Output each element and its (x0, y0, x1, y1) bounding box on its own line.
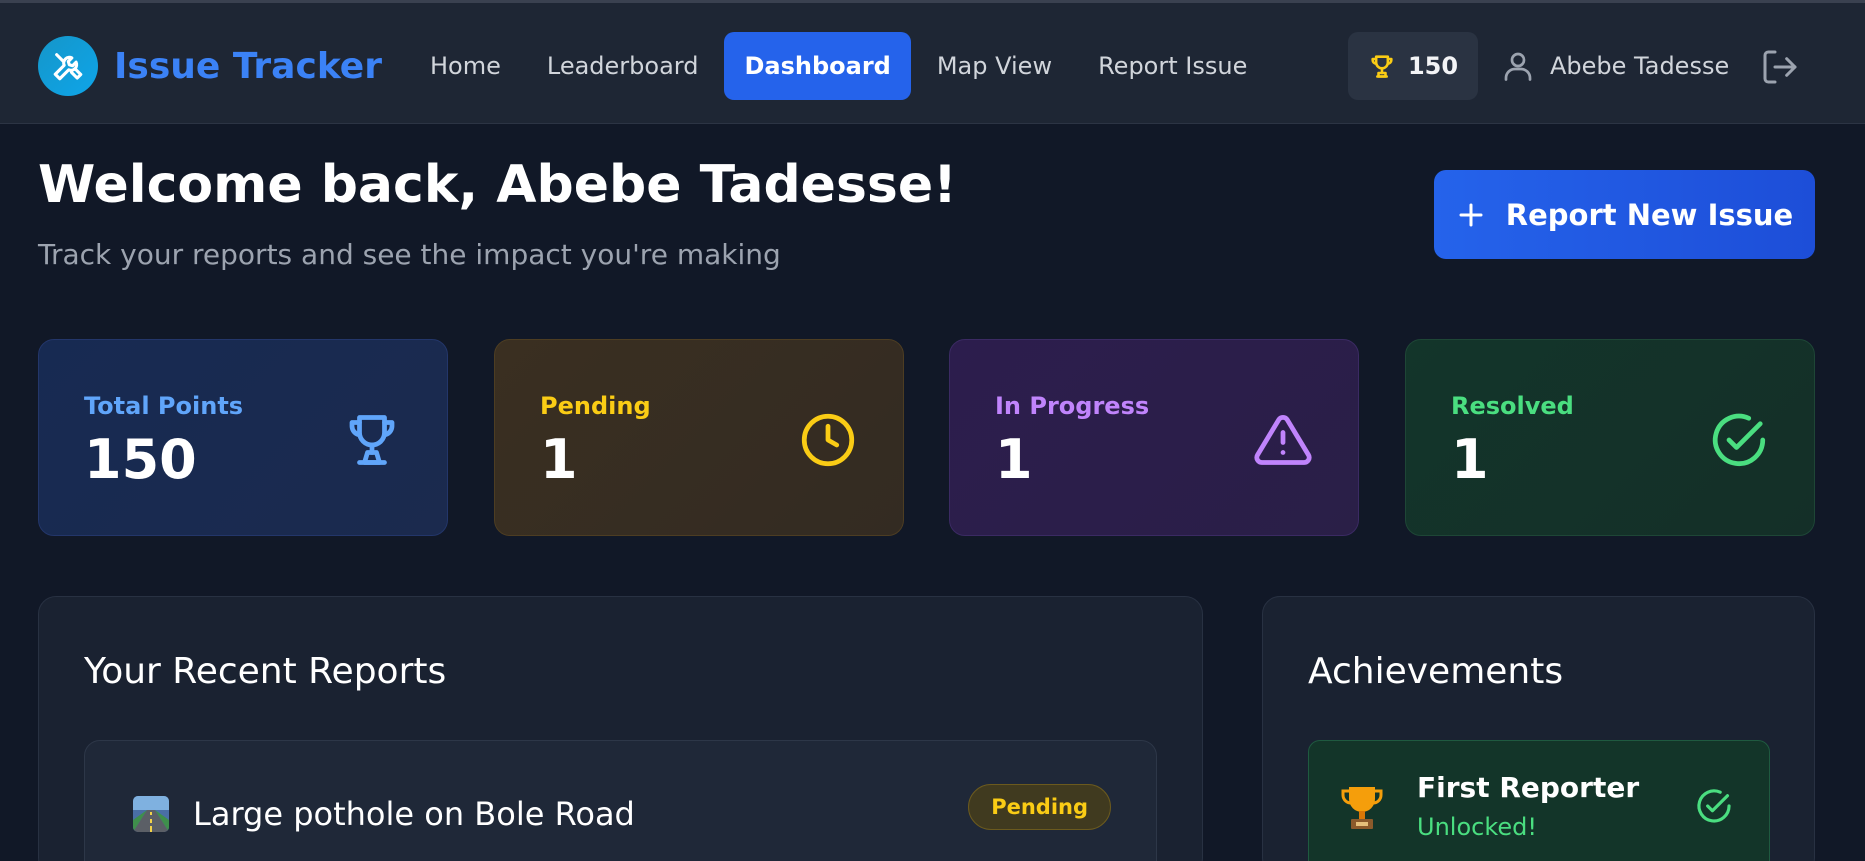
tools-icon (38, 36, 98, 96)
nav-report-issue[interactable]: Report Issue (1078, 32, 1267, 100)
trophy-icon (1368, 52, 1396, 80)
stat-label: Resolved (1451, 392, 1574, 420)
alert-triangle-icon (1253, 410, 1313, 470)
trophy-icon (342, 410, 402, 470)
stat-label: Total Points (84, 392, 244, 420)
achievement-name: First Reporter (1417, 771, 1640, 804)
road-icon (133, 796, 169, 832)
achievements-panel: Achievements First Reporter Unlocked! (1262, 596, 1815, 861)
brand-title: Issue Tracker (114, 45, 382, 87)
stat-value: 1 (1451, 428, 1489, 491)
welcome-title: Welcome back, Abebe Tadesse! (38, 155, 957, 215)
stat-value: 150 (84, 428, 197, 491)
points-value: 150 (1407, 52, 1459, 80)
user-icon (1500, 48, 1536, 84)
stat-label: In Progress (995, 392, 1150, 420)
user-name: Abebe Tadesse (1550, 52, 1730, 80)
status-badge: Pending (968, 784, 1111, 830)
welcome-subtitle: Track your reports and see the impact yo… (38, 238, 781, 271)
clock-icon (798, 410, 858, 470)
report-new-issue-button[interactable]: Report New Issue (1434, 170, 1815, 259)
stat-card-in-progress: In Progress 1 (949, 339, 1359, 536)
trophy-icon (1341, 783, 1383, 831)
stat-card-pending: Pending 1 (494, 339, 904, 536)
check-circle-icon (1695, 787, 1733, 825)
achievement-status: Unlocked! (1417, 813, 1537, 841)
nav-leaderboard[interactable]: Leaderboard (527, 32, 719, 100)
app-root: Issue Tracker Home Leaderboard Dashboard… (0, 0, 1865, 861)
stat-value: 1 (995, 428, 1033, 491)
achievements-title: Achievements (1308, 651, 1564, 692)
report-new-issue-label: Report New Issue (1505, 197, 1794, 232)
recent-reports-title: Your Recent Reports (84, 651, 447, 692)
user-profile[interactable]: Abebe Tadesse (1500, 32, 1729, 100)
stat-card-resolved: Resolved 1 (1405, 339, 1815, 536)
stat-card-total-points: Total Points 150 (38, 339, 448, 536)
points-badge: 150 (1348, 32, 1478, 100)
stat-label: Pending (540, 392, 651, 420)
main-nav: Home Leaderboard Dashboard Map View Repo… (410, 32, 1273, 100)
top-navbar: Issue Tracker Home Leaderboard Dashboard… (0, 0, 1865, 124)
logout-icon[interactable] (1760, 47, 1800, 87)
report-card[interactable]: Large pothole on Bole Road Pending (84, 740, 1157, 861)
nav-dashboard[interactable]: Dashboard (724, 32, 911, 100)
stat-value: 1 (540, 428, 578, 491)
check-circle-icon (1709, 410, 1769, 470)
nav-home[interactable]: Home (410, 32, 521, 100)
report-title: Large pothole on Bole Road (193, 795, 635, 833)
brand[interactable]: Issue Tracker (38, 36, 382, 96)
nav-map-view[interactable]: Map View (917, 32, 1072, 100)
plus-icon (1456, 200, 1486, 230)
recent-reports-panel: Your Recent Reports Large pothole on Bol… (38, 596, 1203, 861)
achievement-card: First Reporter Unlocked! (1308, 740, 1770, 861)
